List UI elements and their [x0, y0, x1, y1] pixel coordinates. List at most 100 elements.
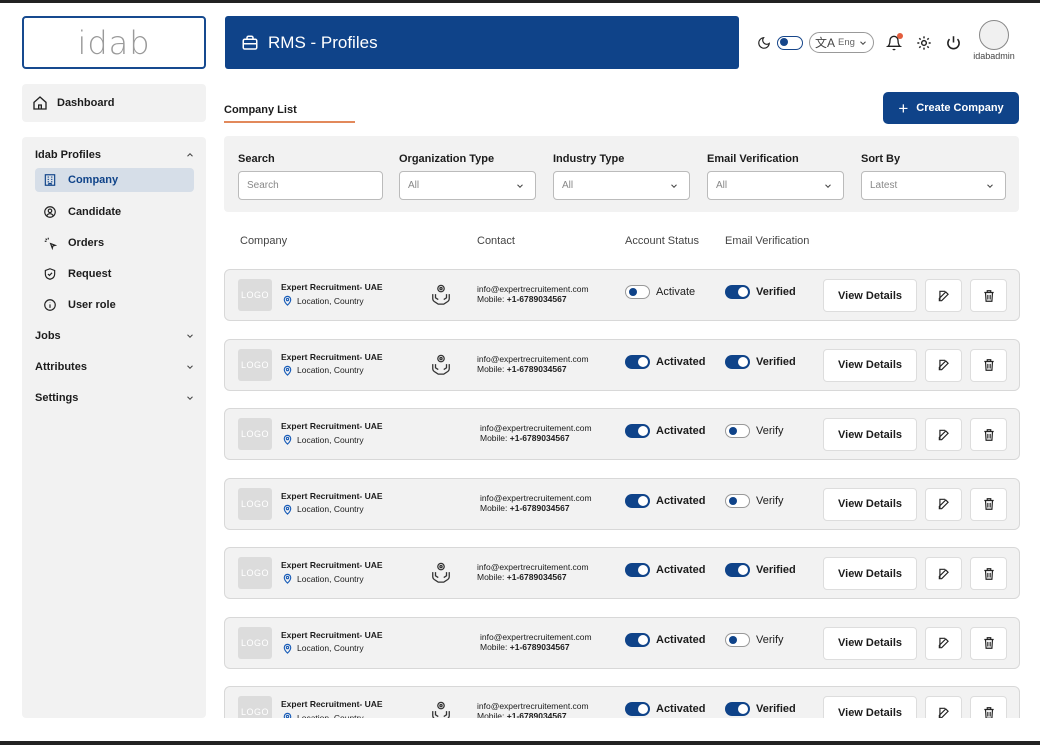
account-status-label: Activate [656, 286, 696, 298]
account-status-label: Activated [656, 633, 706, 646]
contact-email: info@expertrecruitement.com [480, 631, 592, 642]
edit-icon [938, 290, 949, 301]
edit-button[interactable] [925, 279, 962, 312]
sidebar-group-idab-profiles[interactable]: Idab Profiles [35, 149, 195, 161]
sidebar-item-candidate[interactable]: Candidate [35, 200, 194, 224]
table-row: LOGO Expert Recruitment- UAE Location, Cou… [224, 477, 1020, 530]
email-verification-status: Verified [725, 702, 796, 716]
avatar [979, 20, 1009, 50]
contact-mobile: Mobile: +1-6789034567 [477, 572, 589, 582]
sidebar-group-label: Settings [35, 392, 79, 404]
edit-button[interactable] [925, 418, 962, 451]
email-verification-status: Verified [725, 563, 796, 577]
search-input[interactable]: Search [238, 171, 383, 200]
delete-button[interactable] [970, 279, 1007, 312]
email-verification-toggle[interactable] [725, 632, 750, 647]
edit-button[interactable] [925, 696, 962, 718]
location-pin-icon [283, 712, 292, 718]
column-header-email-verification: Email Verification [725, 235, 810, 247]
sidebar-group-jobs[interactable]: Jobs [35, 330, 195, 342]
sidebar-item-request[interactable]: Request [35, 262, 194, 286]
search-placeholder: Search [247, 180, 279, 191]
view-details-button[interactable]: View Details [823, 487, 917, 521]
email-verification-toggle[interactable] [725, 354, 750, 369]
edit-button[interactable] [925, 487, 962, 521]
chevron-down-icon [187, 365, 193, 369]
power-icon[interactable] [946, 35, 961, 50]
edit-button[interactable] [925, 557, 962, 590]
email-verification-select[interactable]: All [707, 171, 844, 200]
account-status-toggle[interactable] [625, 285, 650, 299]
company-name: Expert Recruitment- UAE [281, 490, 383, 501]
language-selector[interactable]: 文A Eng [809, 32, 874, 53]
delete-button[interactable] [970, 696, 1007, 718]
account-status-toggle[interactable] [625, 354, 650, 369]
user-menu[interactable]: idabadmin [968, 20, 1020, 65]
gear-icon[interactable] [916, 35, 932, 51]
delete-button[interactable] [970, 626, 1007, 660]
edit-icon [938, 637, 949, 649]
account-status-toggle[interactable] [625, 702, 650, 716]
delete-button[interactable] [970, 487, 1007, 521]
info-icon [44, 299, 56, 311]
sidebar-item-orders[interactable]: Orders [35, 231, 194, 255]
contact-info: info@expertrecruitement.com Mobile: +1-67… [480, 423, 592, 443]
delete-button[interactable] [970, 418, 1007, 451]
account-status-toggle[interactable] [625, 632, 650, 647]
account-status-toggle[interactable] [625, 493, 650, 508]
delete-button[interactable] [970, 348, 1007, 382]
mobile-number: +1-6789034567 [509, 641, 570, 652]
page-header: RMS - Profiles [225, 16, 739, 69]
chevron-up-icon [187, 153, 193, 157]
org-type-label: Organization Type [399, 153, 495, 165]
sidebar-group-attributes[interactable]: Attributes [35, 361, 195, 373]
sidebar-group-settings[interactable]: Settings [35, 392, 195, 404]
org-type-select[interactable]: All [399, 171, 536, 200]
building-icon [44, 174, 56, 186]
email-verification-status: Verify [725, 632, 784, 647]
tab-company-list[interactable]: Company List [224, 104, 297, 116]
sort-by-select[interactable]: Latest [861, 171, 1006, 200]
account-status-label: Activated [656, 425, 706, 437]
view-details-button[interactable]: View Details [823, 626, 917, 660]
username-label: idabadmin [973, 51, 1015, 61]
brand-logo[interactable]: idab [22, 16, 206, 69]
email-verification-label: Verify [756, 633, 784, 646]
email-verification-toggle[interactable] [725, 285, 750, 299]
mobile-number: +1-6789034567 [509, 502, 570, 513]
account-status: Activate [625, 285, 695, 299]
sidebar-item-dashboard[interactable]: Dashboard [22, 84, 206, 122]
theme-toggle[interactable] [777, 35, 803, 50]
view-details-button[interactable]: View Details [823, 696, 917, 718]
sidebar-item-user-role[interactable]: User role [35, 293, 194, 317]
account-status-toggle[interactable] [625, 424, 650, 438]
mobile-number: +1-6789034567 [506, 572, 567, 582]
sidebar-item-label: Dashboard [57, 97, 115, 109]
sidebar-item-company[interactable]: Company [35, 168, 194, 192]
company-name: Expert Recruitment- UAE [281, 629, 383, 640]
email-verification-label: Email Verification [707, 153, 799, 165]
hand-care-icon [432, 284, 450, 305]
notifications-button[interactable] [885, 32, 903, 51]
edit-button[interactable] [925, 348, 962, 382]
email-verification-toggle[interactable] [725, 493, 750, 508]
view-details-button[interactable]: View Details [823, 279, 917, 312]
delete-button[interactable] [970, 557, 1007, 590]
industry-type-select[interactable]: All [553, 171, 690, 200]
brand-logo-text: idab [77, 23, 151, 62]
edit-button[interactable] [925, 626, 962, 660]
email-verification-toggle[interactable] [725, 563, 750, 577]
view-details-button[interactable]: View Details [823, 348, 917, 382]
email-verification-toggle[interactable] [725, 702, 750, 716]
email-verification-toggle[interactable] [725, 424, 750, 438]
industry-type-value: All [562, 180, 574, 191]
email-verification-label: Verified [756, 355, 796, 368]
create-company-button[interactable]: + Create Company [883, 92, 1019, 124]
account-status: Activated [625, 702, 706, 716]
chevron-down-icon [860, 40, 866, 45]
view-details-button[interactable]: View Details [823, 418, 917, 451]
sidebar-item-label: Orders [68, 237, 105, 249]
account-status-toggle[interactable] [625, 563, 650, 577]
view-details-button[interactable]: View Details [823, 557, 917, 590]
sort-by-label: Sort By [861, 153, 901, 165]
